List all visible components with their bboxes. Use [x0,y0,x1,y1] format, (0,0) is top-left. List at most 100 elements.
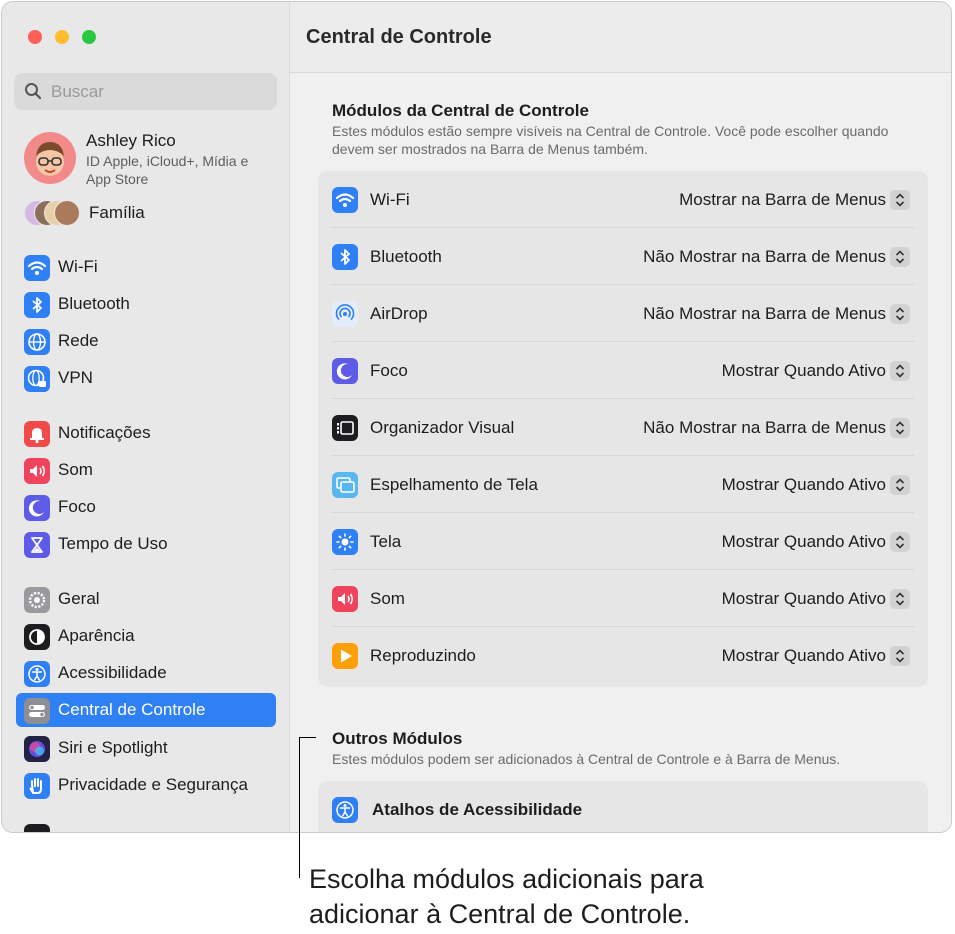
module-row-som: Som Mostrar Quando Ativo [318,570,928,627]
module-visibility-select[interactable]: Não Mostrar na Barra de Menus [643,418,886,438]
popup-stepper-icon[interactable] [890,532,910,552]
popup-stepper-icon[interactable] [890,475,910,495]
module-label: Bluetooth [370,247,442,266]
settings-window: Buscar Ashley Rico ID Apple, iCloud+, Mí… [1,1,952,833]
module-label: AirDrop [370,304,428,323]
airdrop-icon [332,301,358,327]
sidebar-item-label: Bluetooth [58,294,130,313]
module-visibility-select[interactable]: Mostrar Quando Ativo [722,589,886,609]
gear-icon [24,587,50,613]
search-placeholder: Buscar [51,82,104,101]
sidebar-item-privacidade-e-seguranca[interactable]: Privacidade e Segurança [16,768,276,802]
vpn-globe-icon [24,366,50,392]
moon-icon [332,358,358,384]
accessibility-icon [332,797,358,823]
sidebar-item-rede[interactable]: Rede [16,324,276,358]
module-label: Foco [370,361,408,380]
family-label[interactable]: Família [89,203,145,223]
popup-stepper-icon[interactable] [890,361,910,381]
hand-icon [24,773,50,799]
search-icon [24,82,42,100]
sidebar-item-siri-e-spotlight[interactable]: Siri e Spotlight [16,731,276,765]
zoom-button[interactable] [82,30,96,44]
module-label: Organizador Visual [370,418,515,437]
module-row-bluetooth: Bluetooth Não Mostrar na Barra de Menus [318,228,928,285]
appearance-icon [24,624,50,650]
wifi-icon [24,255,50,281]
module-visibility-select[interactable]: Não Mostrar na Barra de Menus [643,247,886,267]
sidebar-item-geral[interactable]: Geral [16,582,276,616]
popup-stepper-icon[interactable] [890,190,910,210]
other-module-row-atalhos-de-acessibilidade[interactable]: Atalhos de Acessibilidade [318,781,928,832]
sidebar-item-notificacoes[interactable]: Notificações [16,416,276,450]
profile-name[interactable]: Ashley Rico [86,131,176,151]
other-module-label: Atalhos de Acessibilidade [372,800,583,819]
module-row-airdrop: AirDrop Não Mostrar na Barra de Menus [318,285,928,342]
sidebar-item-label: Aparência [58,626,135,645]
sidebar-item-acessibilidade[interactable]: Acessibilidade [16,656,276,690]
module-row-reproduzindo: Reproduzindo Mostrar Quando Ativo [318,627,928,684]
modules-card: Wi-Fi Mostrar na Barra de Menus Bluetoot… [318,171,928,687]
sidebar-item-wifi[interactable]: Wi-Fi [16,250,276,284]
profile-subtitle: ID Apple, iCloud+, Mídia e App Store [86,153,249,187]
sidebar-item-label: Acessibilidade [58,663,167,682]
sidebar-item-foco[interactable]: Foco [16,490,276,524]
modules-section-title: Módulos da Central de Controle [332,101,589,120]
popup-stepper-icon[interactable] [890,247,910,267]
profile-avatar[interactable] [24,132,76,184]
accessibility-icon [24,661,50,687]
main-pane: Central de Controle Módulos da Central d… [289,2,951,832]
sidebar-item-central-de-controle[interactable]: Central de Controle [16,693,276,727]
module-visibility-select[interactable]: Mostrar Quando Ativo [722,646,886,666]
wifi-icon [332,187,358,213]
main-content: Módulos da Central de Controle Estes mód… [290,73,951,832]
other-modules-section-description: Estes módulos podem ser adicionados à Ce… [332,751,841,767]
module-label: Espelhamento de Tela [370,475,538,494]
hourglass-icon [24,532,50,558]
sidebar-item-partial-icon [24,824,50,832]
popup-stepper-icon[interactable] [890,304,910,324]
sidebar-item-label: Wi-Fi [58,257,98,276]
popup-stepper-icon[interactable] [890,418,910,438]
bluetooth-icon [24,292,50,318]
callout-line [299,737,300,878]
sidebar: Buscar Ashley Rico ID Apple, iCloud+, Mí… [2,2,289,832]
sidebar-item-label: Rede [58,331,99,350]
sidebar-item-tempo-de-uso[interactable]: Tempo de Uso [16,527,276,561]
sidebar-item-label: Notificações [58,423,151,442]
module-visibility-select[interactable]: Mostrar Quando Ativo [722,475,886,495]
sidebar-item-bluetooth[interactable]: Bluetooth [16,287,276,321]
other-modules-section-title: Outros Módulos [332,729,463,748]
bluetooth-icon [332,244,358,270]
stage-manager-icon [332,415,358,441]
popup-stepper-icon[interactable] [890,589,910,609]
sidebar-item-label: Som [58,460,93,479]
sidebar-item-label: Foco [58,497,96,516]
module-visibility-select[interactable]: Mostrar Quando Ativo [722,532,886,552]
popup-stepper-icon[interactable] [890,646,910,666]
minimize-button[interactable] [55,30,69,44]
module-row-organizador-visual: Organizador Visual Não Mostrar na Barra … [318,399,928,456]
bell-icon [24,421,50,447]
play-icon [332,643,358,669]
page-title: Central de Controle [306,26,492,48]
sidebar-item-label: Privacidade e Segurança [58,775,248,794]
module-visibility-select[interactable]: Mostrar na Barra de Menus [679,190,886,210]
sidebar-item-label: Siri e Spotlight [58,738,168,757]
family-avatars[interactable] [24,200,80,226]
sidebar-item-label: Geral [58,589,100,608]
sidebar-item-som[interactable]: Som [16,453,276,487]
sidebar-item-aparencia[interactable]: Aparência [16,619,276,653]
module-label: Wi-Fi [370,190,410,209]
module-visibility-select[interactable]: Não Mostrar na Barra de Menus [643,304,886,324]
module-visibility-select[interactable]: Mostrar Quando Ativo [722,361,886,381]
search-field[interactable]: Buscar [14,73,277,110]
module-row-tela: Tela Mostrar Quando Ativo [318,513,928,570]
sidebar-item-label: VPN [58,368,93,387]
module-label: Som [370,589,405,608]
module-row-wifi: Wi-Fi Mostrar na Barra de Menus [318,171,928,228]
moon-icon [24,495,50,521]
control-center-icon [24,698,50,724]
sidebar-item-vpn[interactable]: VPN [16,361,276,395]
close-button[interactable] [28,30,42,44]
